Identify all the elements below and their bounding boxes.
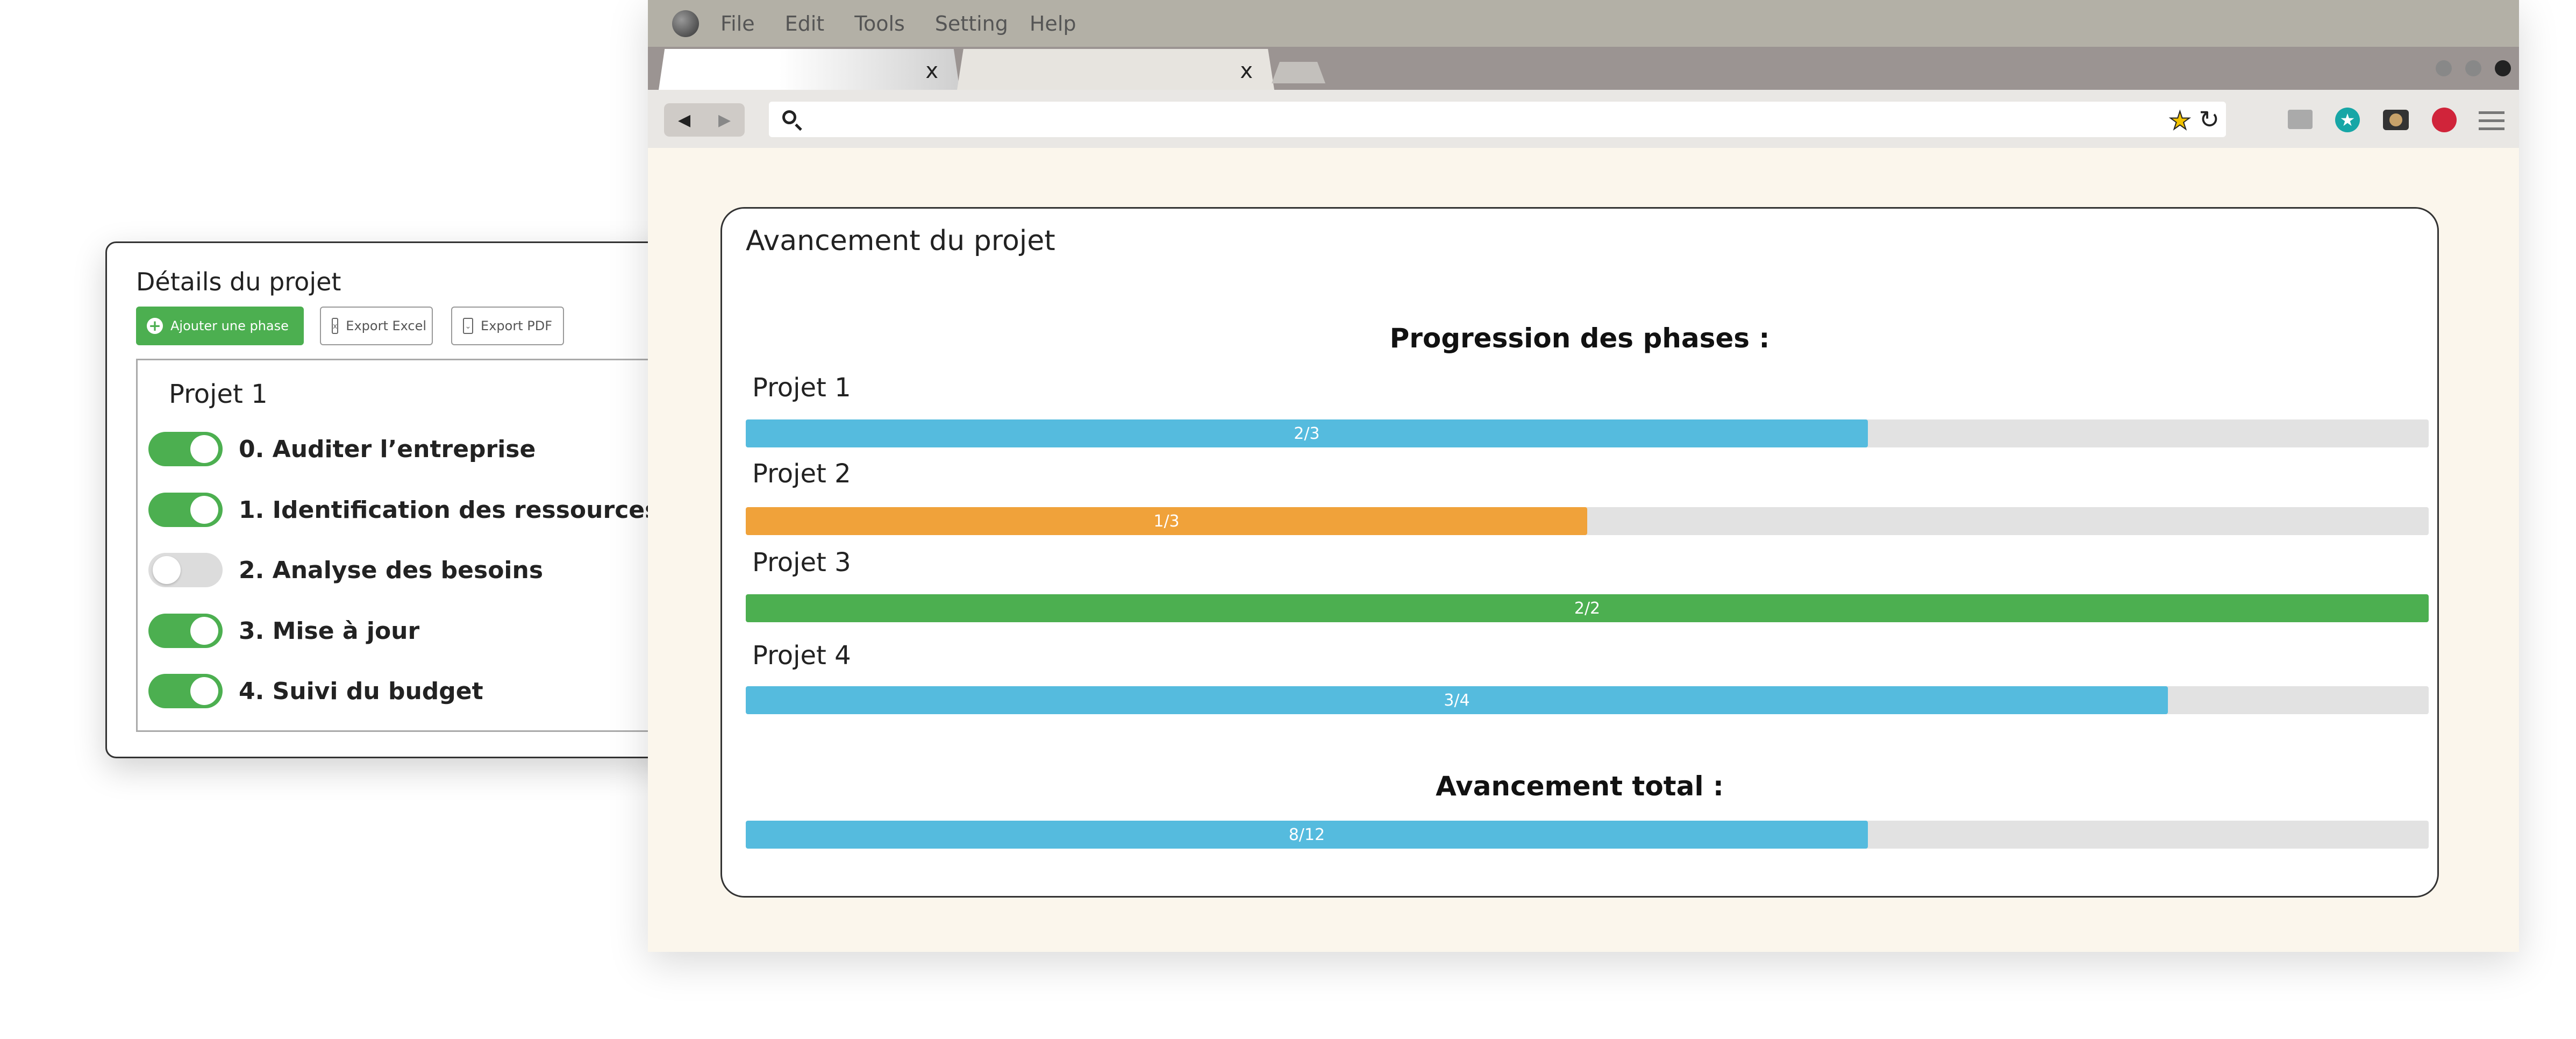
menu-tools[interactable]: Tools <box>854 12 905 35</box>
menu-help[interactable]: Help <box>1030 12 1076 35</box>
bookmark-star-icon[interactable]: ★ <box>2168 105 2192 136</box>
phase-list: Projet 1 0. Auditer l’entreprise 1. Iden… <box>136 359 727 732</box>
record-extension-icon[interactable] <box>2432 108 2457 132</box>
tab-close-button[interactable]: x <box>1240 59 1253 83</box>
browser-toolbar: ◀ ▶ ★ ↻ ★ <box>648 90 2519 148</box>
plus-circle-icon: + <box>147 318 163 334</box>
extension-icon[interactable] <box>2288 110 2313 129</box>
tab-bar: x x <box>648 47 2519 90</box>
progress-fill: 2/2 <box>746 594 2429 622</box>
project-label: Projet 4 <box>752 641 851 671</box>
add-phase-label: Ajouter une phase <box>170 318 289 333</box>
add-phase-button[interactable]: + Ajouter une phase <box>136 307 304 345</box>
app-logo-icon <box>672 10 699 37</box>
window-close-button[interactable] <box>2495 60 2511 76</box>
camera-extension-icon[interactable] <box>2383 110 2409 130</box>
menu-file[interactable]: File <box>720 12 755 35</box>
phase-label: 2. Analyse des besoins <box>239 556 544 584</box>
phase-toggle[interactable] <box>148 614 223 648</box>
phase-label: 3. Mise à jour <box>239 617 420 645</box>
card-title: Avancement du projet <box>746 225 1055 257</box>
phase-project-name: Projet 1 <box>169 379 268 409</box>
browser-tab-active[interactable]: x <box>957 49 1274 90</box>
back-arrow-icon[interactable]: ◀ <box>678 111 690 130</box>
export-excel-button[interactable]: x Export Excel <box>320 307 433 345</box>
forward-arrow-icon[interactable]: ▶ <box>718 111 731 130</box>
phase-toggle[interactable] <box>148 493 223 527</box>
search-icon <box>782 110 796 124</box>
phases-section-title: Progression des phases : <box>1389 323 1770 354</box>
phase-row: 0. Auditer l’entreprise <box>148 430 536 468</box>
progress-card: Avancement du projet Progression des pha… <box>720 207 2439 898</box>
total-progress-fill: 8/12 <box>746 821 1868 849</box>
progress-track: 2/2 <box>746 594 2429 622</box>
total-section-title: Avancement total : <box>1436 771 1724 802</box>
phase-toggle[interactable] <box>148 432 223 466</box>
phase-label: 1. Identification des ressources <box>239 496 659 524</box>
details-title: Détails du projet <box>136 267 341 296</box>
progress-track: 2/3 <box>746 419 2429 447</box>
export-pdf-label: Export PDF <box>481 318 552 333</box>
address-bar[interactable]: ★ ↻ <box>769 102 2226 137</box>
progress-track: 1/3 <box>746 507 2429 535</box>
menu-setting[interactable]: Setting <box>935 12 1008 35</box>
navigation-buttons: ◀ ▶ <box>664 103 745 137</box>
pdf-file-icon: ⌄ <box>463 318 474 334</box>
phase-label: 4. Suivi du budget <box>239 677 483 705</box>
project-label: Projet 3 <box>752 547 851 578</box>
phase-label: 0. Auditer l’entreprise <box>239 435 536 463</box>
reload-icon[interactable]: ↻ <box>2199 105 2220 134</box>
menu-edit[interactable]: Edit <box>785 12 825 35</box>
project-label: Projet 1 <box>752 373 851 403</box>
progress-fill: 1/3 <box>746 507 1587 535</box>
phase-toggle[interactable] <box>148 674 223 708</box>
progress-track: 3/4 <box>746 686 2429 714</box>
tab-close-button[interactable]: x <box>925 59 938 83</box>
phase-row: 2. Analyse des besoins <box>148 551 543 589</box>
menu-bar: File Edit Tools Setting Help <box>648 0 2519 47</box>
project-label: Projet 2 <box>752 459 851 489</box>
progress-fill: 3/4 <box>746 686 2168 714</box>
star-badge-extension-icon[interactable]: ★ <box>2335 108 2360 132</box>
window-minimize-button[interactable] <box>2436 60 2452 76</box>
phase-toggle[interactable] <box>148 553 223 587</box>
excel-file-icon: x <box>332 318 339 334</box>
hamburger-menu-icon[interactable] <box>2479 111 2504 130</box>
phase-row: 1. Identification des ressources <box>148 491 659 529</box>
browser-tab[interactable]: x <box>659 49 960 90</box>
new-tab-button[interactable] <box>1272 62 1325 83</box>
phase-row: 4. Suivi du budget <box>148 672 483 710</box>
phase-row: 3. Mise à jour <box>148 612 419 650</box>
window-maximize-button[interactable] <box>2465 60 2481 76</box>
progress-fill: 2/3 <box>746 419 1868 447</box>
export-excel-label: Export Excel <box>346 318 427 333</box>
project-details-panel: Détails du projet + Ajouter une phase x … <box>105 241 727 758</box>
export-pdf-button[interactable]: ⌄ Export PDF <box>451 307 564 345</box>
total-progress-track: 8/12 <box>746 821 2429 849</box>
